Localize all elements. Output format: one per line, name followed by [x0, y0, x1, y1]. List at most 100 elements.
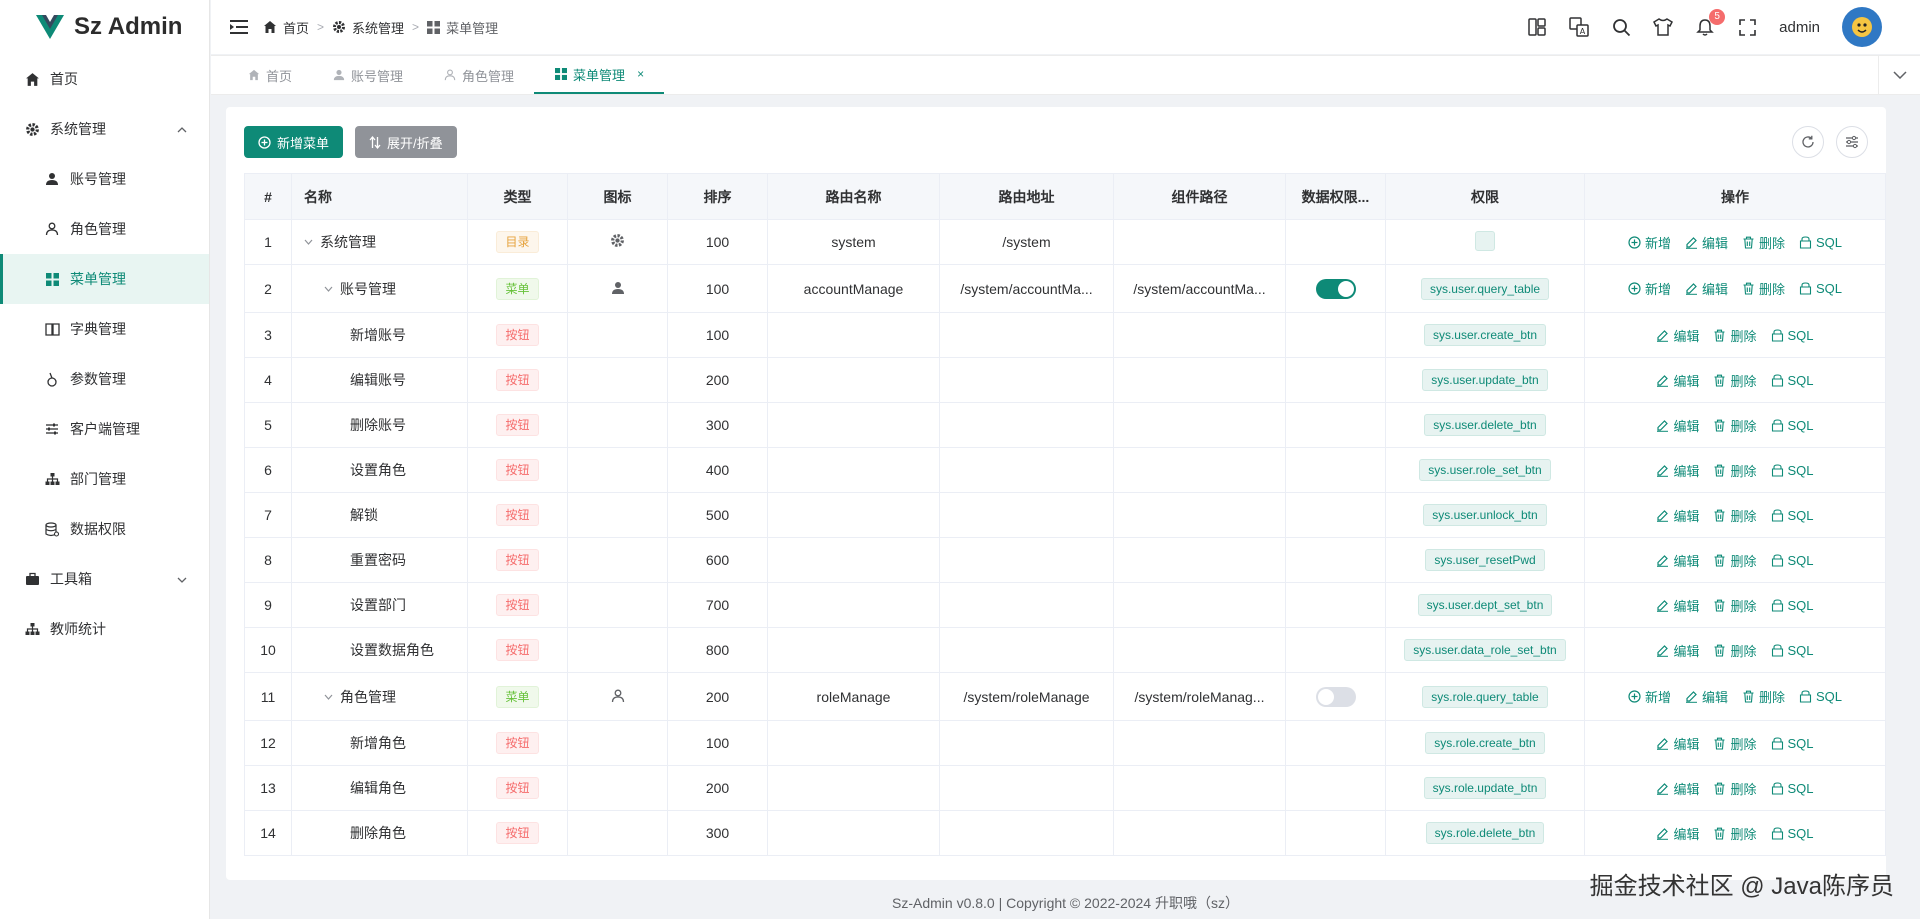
sidebar-item-label: 客户端管理 — [70, 421, 140, 437]
expand-collapse-button[interactable]: 展开/折叠 — [355, 126, 457, 158]
close-icon[interactable]: × — [637, 67, 644, 81]
trash-icon — [1742, 282, 1755, 295]
tab-2[interactable]: 角色管理 — [423, 56, 534, 94]
column-settings-icon[interactable] — [1836, 126, 1868, 158]
tree-expand-chevron-icon[interactable] — [304, 236, 314, 248]
tabs-dropdown-icon[interactable] — [1878, 56, 1920, 94]
delete-button[interactable]: 删除 — [1713, 371, 1757, 390]
sidebar-item-2[interactable]: 账号管理 — [0, 154, 209, 204]
tree-expand-chevron-icon[interactable] — [324, 691, 334, 703]
sql-button[interactable]: SQL — [1771, 598, 1814, 613]
sidebar-item-3[interactable]: 角色管理 — [0, 204, 209, 254]
header-actions: A 5 admin — [1527, 0, 1882, 54]
add-button[interactable]: 新增 — [1628, 233, 1671, 252]
logo[interactable]: Sz Admin — [0, 0, 209, 54]
edit-button[interactable]: 编辑 — [1656, 416, 1699, 435]
add-button[interactable]: 新增 — [1628, 279, 1671, 298]
sidebar-item-11[interactable]: 教师统计 — [0, 604, 209, 654]
layout-icon[interactable] — [1527, 17, 1547, 37]
data-permission-toggle[interactable] — [1315, 278, 1356, 299]
sidebar-item-10[interactable]: 工具箱 — [0, 554, 209, 604]
refresh-icon[interactable] — [1792, 126, 1824, 158]
delete-button[interactable]: 删除 — [1713, 641, 1757, 660]
data-permission-toggle[interactable] — [1315, 686, 1356, 707]
edit-button[interactable]: 编辑 — [1656, 371, 1699, 390]
delete-button[interactable]: 删除 — [1713, 461, 1757, 480]
tab-0[interactable]: 首页 — [227, 56, 312, 94]
sidebar-item-1[interactable]: 系统管理 — [0, 104, 209, 154]
row-permission-cell: sys.role.update_btn — [1385, 765, 1585, 811]
edit-button[interactable]: 编辑 — [1685, 279, 1728, 298]
edit-button[interactable]: 编辑 — [1656, 734, 1699, 753]
delete-button[interactable]: 删除 — [1713, 734, 1757, 753]
search-icon[interactable] — [1611, 17, 1631, 37]
breadcrumb-system[interactable]: 系统管理 — [332, 18, 404, 37]
sql-button[interactable]: SQL — [1799, 281, 1842, 296]
sidebar-item-label: 工具箱 — [50, 571, 92, 587]
sql-button[interactable]: SQL — [1771, 373, 1814, 388]
row-icon-cell — [567, 264, 668, 313]
row-type-cell: 按钮 — [467, 402, 568, 448]
avatar[interactable] — [1842, 7, 1882, 47]
edit-button[interactable]: 编辑 — [1656, 779, 1699, 798]
tab-1[interactable]: 账号管理 — [312, 56, 423, 94]
sql-button[interactable]: SQL — [1771, 508, 1814, 523]
edit-button[interactable]: 编辑 — [1656, 641, 1699, 660]
sql-button[interactable]: SQL — [1771, 553, 1814, 568]
row-actions-cell: 编辑 删除 SQL — [1584, 810, 1886, 856]
delete-button[interactable]: 删除 — [1713, 416, 1757, 435]
edit-button[interactable]: 编辑 — [1656, 461, 1699, 480]
delete-button[interactable]: 删除 — [1742, 279, 1785, 298]
sql-button[interactable]: SQL — [1771, 736, 1814, 751]
edit-button[interactable]: 编辑 — [1656, 551, 1699, 570]
user-name[interactable]: admin — [1779, 19, 1820, 36]
sidebar-item-8[interactable]: 部门管理 — [0, 454, 209, 504]
sql-button[interactable]: SQL — [1771, 328, 1814, 343]
edit-button[interactable]: 编辑 — [1656, 326, 1699, 345]
translate-icon[interactable]: A — [1569, 17, 1589, 37]
breadcrumb-menu: 菜单管理 — [427, 18, 498, 37]
delete-button[interactable]: 删除 — [1713, 551, 1757, 570]
sql-button[interactable]: SQL — [1799, 689, 1842, 704]
delete-button[interactable]: 删除 — [1742, 233, 1785, 252]
sql-button[interactable]: SQL — [1771, 418, 1814, 433]
tab-3[interactable]: 菜单管理 × — [534, 56, 665, 94]
add-menu-button[interactable]: 新增菜单 — [244, 126, 344, 158]
sidebar-item-7[interactable]: 客户端管理 — [0, 404, 209, 454]
edit-button[interactable]: 编辑 — [1685, 687, 1728, 706]
delete-button[interactable]: 删除 — [1713, 596, 1757, 615]
collapse-menu-icon[interactable] — [229, 17, 249, 37]
action-label: SQL — [1787, 552, 1814, 568]
sidebar-item-4[interactable]: 菜单管理 — [0, 254, 209, 304]
fullscreen-icon[interactable] — [1737, 17, 1757, 37]
delete-button[interactable]: 删除 — [1713, 779, 1757, 798]
row-name-cell: 重置密码 — [291, 537, 468, 583]
delete-button[interactable]: 删除 — [1713, 506, 1757, 525]
row-type-cell: 按钮 — [467, 312, 568, 358]
sql-button[interactable]: SQL — [1771, 643, 1814, 658]
action-label: SQL — [1787, 372, 1814, 388]
sql-button[interactable]: SQL — [1771, 781, 1814, 796]
sidebar-item-5[interactable]: 字典管理 — [0, 304, 209, 354]
sidebar-item-6[interactable]: 参数管理 — [0, 354, 209, 404]
column-header: 数据权限... — [1285, 173, 1386, 220]
sql-button[interactable]: SQL — [1799, 235, 1842, 250]
edit-button[interactable]: 编辑 — [1656, 506, 1699, 525]
theme-shirt-icon[interactable] — [1653, 17, 1674, 37]
delete-button[interactable]: 删除 — [1742, 687, 1785, 706]
sidebar-item-9[interactable]: 数据权限 — [0, 504, 209, 554]
trash-icon — [1713, 782, 1726, 795]
row-component-path — [1113, 765, 1286, 811]
delete-button[interactable]: 删除 — [1713, 824, 1757, 843]
notification-bell-icon[interactable]: 5 — [1695, 9, 1726, 37]
edit-button[interactable]: 编辑 — [1685, 233, 1728, 252]
sidebar-item-0[interactable]: 首页 — [0, 54, 209, 104]
sql-button[interactable]: SQL — [1771, 826, 1814, 841]
sql-button[interactable]: SQL — [1771, 463, 1814, 478]
add-button[interactable]: 新增 — [1628, 687, 1671, 706]
delete-button[interactable]: 删除 — [1713, 326, 1757, 345]
tree-expand-chevron-icon[interactable] — [324, 283, 334, 295]
edit-button[interactable]: 编辑 — [1656, 824, 1699, 843]
edit-button[interactable]: 编辑 — [1656, 596, 1699, 615]
breadcrumb-home[interactable]: 首页 — [263, 18, 309, 37]
